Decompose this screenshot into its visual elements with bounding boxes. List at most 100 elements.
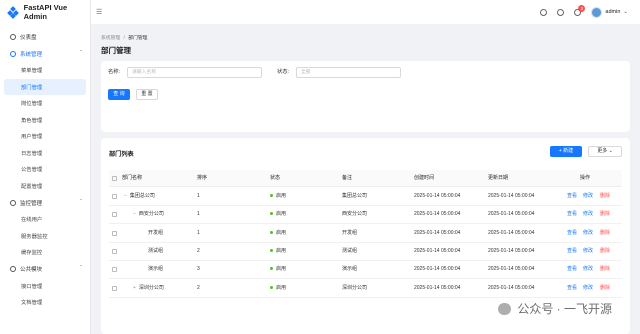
created-cell: 2025-01-14 05:00:04 [414,284,461,291]
table-row[interactable]: − 集团总公司 1 启用 集团总公司 2025-01-14 05:00:04 2025-01… [109,188,622,206]
view-action[interactable]: 查看 [567,261,577,278]
collapse-icon[interactable]: − [124,193,127,199]
delete-action[interactable]: 删除 [600,206,610,223]
edit-action[interactable]: 修改 [583,261,593,278]
sidebar-item-monitor[interactable]: 监控管理 ˆ [0,194,90,211]
status-cell: 启用 [270,243,286,260]
sidebar-item-post-mgmt[interactable]: 岗位管理 [0,95,90,112]
sidebar-item-log-mgmt[interactable]: 日志管理 [0,145,90,162]
col-order[interactable]: 排序 [197,170,207,187]
page-title: 部门管理 [101,46,131,55]
table-row[interactable]: − 西安分公司 1 启用 西安分公司 2025-01-14 05:00:04 2025-01… [109,206,622,225]
dept-name: 演示组 [148,266,164,273]
remark-cell: 演示组 [342,266,358,273]
sidebar-item-cache-monitor[interactable]: 缓存监控 [0,244,90,261]
sidebar-menu: 仪表盘 系统管理 ˆ 菜单管理 部门管理 岗位管理 角色管理 用户管理 日志管理… [0,28,90,311]
help-icon[interactable] [557,8,565,16]
sidebar-item-label: 系统管理 [20,51,43,58]
view-action[interactable]: 查看 [567,225,577,242]
edit-action[interactable]: 修改 [583,243,593,260]
sidebar-item-role-mgmt[interactable]: 角色管理 [0,112,90,129]
status-dot [270,194,273,198]
menu-toggle-icon[interactable]: ☰ [96,8,102,16]
avatar[interactable] [591,6,603,18]
sidebar-item-config-mgmt[interactable]: 配置管理 [0,178,90,195]
edit-action[interactable]: 修改 [583,206,593,223]
status-cell: 启用 [270,280,286,297]
sidebar-item-label: 仪表盘 [20,34,37,41]
search-card: 名称: 请输入名称 状态: 全部 查 询 重 置 [101,61,630,132]
created-cell: 2025-01-14 05:00:04 [414,229,461,236]
dept-name: 测试组 [148,247,164,254]
updated-cell: 2025-01-14 05:00:04 [488,266,535,273]
sidebar-item-api-mgmt[interactable]: 接口管理 [0,278,90,295]
delete-action[interactable]: 删除 [600,280,610,297]
row-checkbox[interactable] [112,285,117,291]
bell-icon[interactable]: 3 [574,4,586,16]
sidebar-item-dept-mgmt[interactable]: 部门管理 [4,78,86,95]
theme-icon[interactable] [540,8,548,16]
updated-cell: 2025-01-14 05:00:04 [488,284,535,291]
select-all-checkbox[interactable] [112,176,117,181]
dashboard-icon [10,33,16,40]
table-card: 部门列表 + 新建 更多 ⌄ 部门名称 排序 状态 备注 创建时间 更新日期 操… [101,138,630,334]
row-checkbox[interactable] [112,194,117,199]
reset-button[interactable]: 重 置 [136,89,158,100]
created-cell: 2025-01-14 05:00:04 [414,266,461,273]
delete-action[interactable]: 删除 [600,225,610,242]
delete-action[interactable]: 删除 [600,261,610,278]
edit-action[interactable]: 修改 [583,280,593,297]
app-logo[interactable]: FastAPI Vue Admin [0,0,90,24]
sidebar-item-user-mgmt[interactable]: 用户管理 [0,128,90,145]
row-checkbox[interactable] [112,267,117,273]
delete-action[interactable]: 删除 [600,243,610,260]
chevron-down-icon[interactable]: ⌄ [623,9,628,15]
updated-cell: 2025-01-14 05:00:04 [488,247,535,254]
collapse-icon[interactable]: − [133,211,136,217]
col-dept-name[interactable]: 部门名称 [122,170,142,187]
add-button[interactable]: + 新建 [550,146,582,157]
col-remark[interactable]: 备注 [342,170,352,187]
updated-cell: 2025-01-14 05:00:04 [488,193,535,199]
breadcrumb-root[interactable]: 系统管理 [101,36,120,41]
sidebar-item-system[interactable]: 系统管理 ˆ [0,45,90,62]
sidebar-item-dashboard[interactable]: 仪表盘 [0,28,90,45]
col-created[interactable]: 创建时间 [414,170,434,187]
status-text: 启用 [276,247,287,254]
chevron-down-icon: ⌄ [608,148,613,154]
edit-action[interactable]: 修改 [583,225,593,242]
username[interactable]: admin [605,9,620,15]
table-row[interactable]: 测试组 2 启用 测试组 2025-01-14 05:00:04 2025-01-14 0… [109,243,622,261]
sidebar-item-online-users[interactable]: 在线用户 [0,211,90,228]
row-checkbox[interactable] [112,212,117,218]
sidebar-item-notice-mgmt[interactable]: 公告管理 [0,161,90,178]
sidebar-item-common[interactable]: 公共模块 ˆ [0,261,90,278]
view-action[interactable]: 查看 [567,280,577,297]
order-cell: 2 [197,284,200,291]
view-action[interactable]: 查看 [567,206,577,223]
col-status[interactable]: 状态 [270,170,280,187]
view-action[interactable]: 查看 [567,188,577,205]
delete-action[interactable]: 删除 [600,188,610,205]
expand-icon[interactable]: + [133,285,136,291]
col-updated[interactable]: 更新日期 [488,170,508,187]
row-checkbox[interactable] [112,230,117,236]
table-row[interactable]: 开发组 1 启用 开发组 2025-01-14 05:00:04 2025-01-14 0… [109,225,622,243]
chevron-up-icon: ˆ [80,50,82,57]
table-row[interactable]: + 深圳分公司 2 启用 深圳分公司 2025-01-14 05:00:04 2025-01… [109,280,622,298]
view-action[interactable]: 查看 [567,243,577,260]
dept-name: 深圳分公司 [138,284,164,291]
created-cell: 2025-01-14 05:00:04 [414,193,461,199]
sidebar-item-doc-mgmt[interactable]: 文档管理 [0,294,90,311]
sidebar-item-server-monitor[interactable]: 服务器监控 [0,228,90,245]
edit-action[interactable]: 修改 [583,188,593,205]
query-button[interactable]: 查 询 [108,89,130,100]
table-row[interactable]: 演示组 3 启用 演示组 2025-01-14 05:00:04 2025-01-14 0… [109,261,622,280]
status-select[interactable]: 全部 [296,67,401,78]
sidebar-item-menu-mgmt[interactable]: 菜单管理 [0,62,90,79]
order-cell: 3 [197,266,200,273]
name-input[interactable]: 请输入名称 [127,67,262,78]
more-dropdown[interactable]: 更多 ⌄ [588,146,622,157]
row-checkbox[interactable] [112,248,117,254]
status-text: 启用 [276,229,287,236]
